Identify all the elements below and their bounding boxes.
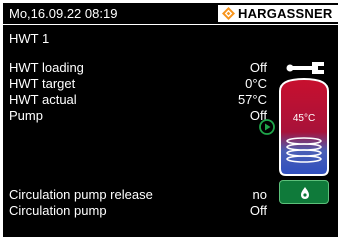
pump-play-icon — [259, 119, 275, 135]
row-value: 0°C — [245, 76, 267, 91]
brand-badge: HARGASSNER — [218, 5, 338, 22]
row-hwt-actual: HWT actual 57°C — [9, 92, 267, 107]
row-label: Pump — [9, 108, 43, 123]
tank-temperature: 45°C — [292, 113, 316, 124]
row-circulation-pump-release: Circulation pump release no — [9, 187, 267, 202]
circulation-button-icon — [301, 187, 309, 199]
row-value: Off — [249, 203, 267, 218]
water-tank-icon[interactable] — [276, 77, 332, 177]
row-label: Circulation pump release — [9, 187, 153, 202]
row-label: HWT target — [9, 76, 76, 91]
row-label: Circulation pump — [9, 203, 107, 218]
row-value: Off — [249, 60, 267, 75]
row-label: HWT actual — [9, 92, 77, 107]
hargassner-logo-icon — [222, 7, 235, 20]
datetime-label: Mo,16.09.22 08:19 — [9, 6, 118, 21]
row-label: HWT loading — [9, 60, 84, 75]
status-bar: Mo,16.09.22 08:19 HARGASSNER — [3, 3, 338, 24]
row-value: 57°C — [237, 92, 267, 107]
brand-name: HARGASSNER — [238, 6, 333, 21]
row-hwt-target: HWT target 0°C — [9, 76, 267, 91]
wrench-icon[interactable] — [286, 61, 326, 75]
row-value: no — [252, 187, 267, 202]
circulation-pump-button[interactable] — [279, 180, 329, 204]
row-hwt-loading: HWT loading Off — [9, 60, 267, 75]
hwt-screen: Mo,16.09.22 08:19 HARGASSNER HWT 1 HWT l… — [3, 3, 338, 237]
row-circulation-pump: Circulation pump Off — [9, 203, 267, 218]
row-pump: Pump Off — [9, 108, 267, 123]
header-divider — [3, 24, 338, 25]
screen-title: HWT 1 — [9, 31, 50, 46]
